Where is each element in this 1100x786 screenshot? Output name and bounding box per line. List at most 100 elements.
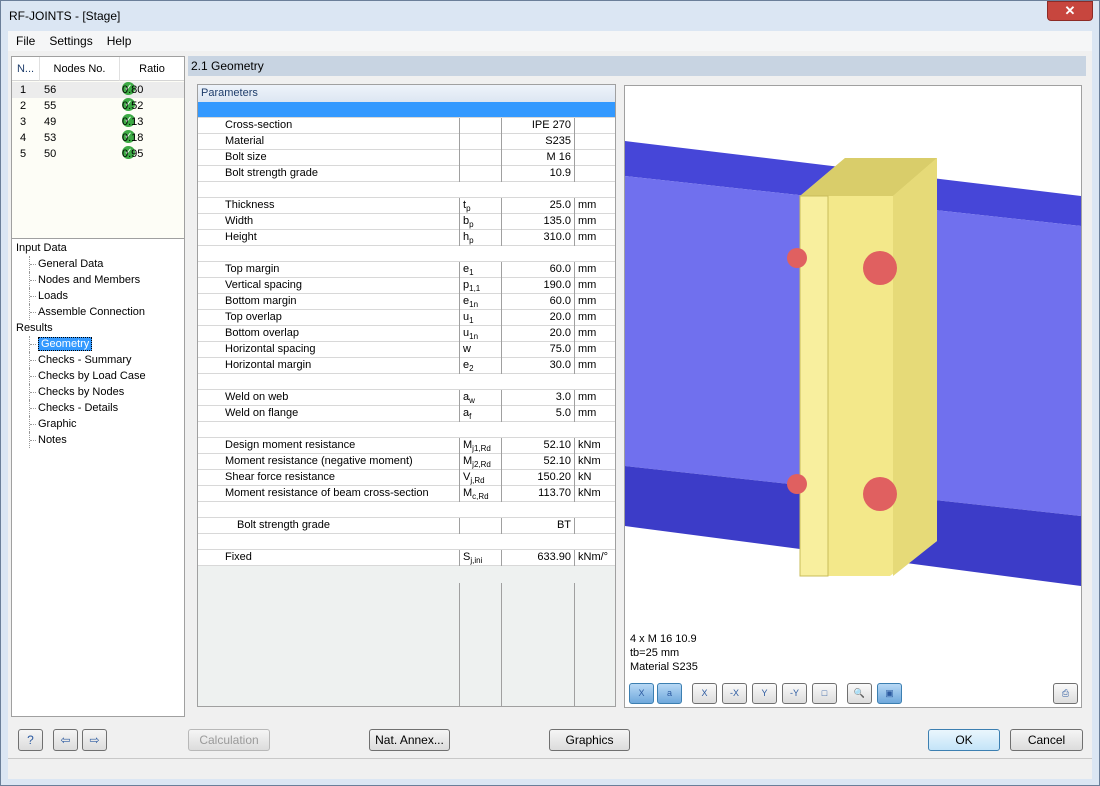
param-value[interactable]: 190.0	[501, 278, 574, 294]
nav-item[interactable]: Assemble Connection	[29, 304, 145, 320]
param-value[interactable]: 150.20	[501, 470, 574, 486]
nav-item[interactable]: Nodes and Members	[29, 272, 140, 288]
param-value[interactable]: 60.0	[501, 262, 574, 278]
nav-item[interactable]: Geometry	[29, 336, 93, 352]
col-header-ratio[interactable]: Ratio	[120, 57, 184, 81]
param-value[interactable]: M 16	[501, 150, 574, 166]
group-row[interactable]: −Governing components	[198, 502, 615, 518]
view-y-button[interactable]: Y	[752, 683, 777, 704]
row-number: 2	[20, 100, 27, 112]
table-row[interactable]: Vertical spacing p1,1 190.0 mm	[198, 278, 615, 294]
menu-file[interactable]: File	[8, 31, 41, 48]
nav-item[interactable]: Graphic	[29, 416, 77, 432]
zoom-reset-icon[interactable]: 🔍	[847, 683, 872, 704]
show-dimensions-button[interactable]: X	[629, 683, 654, 704]
show-labels-button[interactable]: a	[657, 683, 682, 704]
table-row[interactable]: Moment resistance of beam cross-section …	[198, 486, 615, 502]
list-item[interactable]: 1 56 ✓ 0.80	[12, 82, 184, 98]
table-row[interactable]: Bottom margin e1n 60.0 mm	[198, 294, 615, 310]
table-row[interactable]: Shear force resistance Vj,Rd 150.20 kN	[198, 470, 615, 486]
cancel-button[interactable]: Cancel	[1010, 729, 1083, 751]
nav-item[interactable]: Checks - Summary	[29, 352, 132, 368]
table-row[interactable]: Material S235	[198, 134, 615, 150]
table-row[interactable]: Bolt strength grade BT	[198, 518, 615, 534]
table-row[interactable]: Moment resistance (negative moment) Mj2,…	[198, 454, 615, 470]
isometric-view-icon[interactable]: □	[812, 683, 837, 704]
nav-item[interactable]: Checks by Load Case	[29, 368, 146, 384]
param-value[interactable]: 135.0	[501, 214, 574, 230]
param-value[interactable]: 25.0	[501, 198, 574, 214]
list-item[interactable]: 4 53 ✓ 0.18	[12, 130, 184, 146]
group-row[interactable]: −Stiffness	[198, 534, 615, 550]
close-button[interactable]: ✕	[1047, 1, 1093, 21]
table-row[interactable]: Height hp 310.0 mm	[198, 230, 615, 246]
nav-item[interactable]: Checks - Details	[29, 400, 118, 416]
param-value[interactable]: 310.0	[501, 230, 574, 246]
view-minus-y-button[interactable]: -Y	[782, 683, 807, 704]
table-row[interactable]: Top overlap u1 20.0 mm	[198, 310, 615, 326]
nav-item[interactable]: General Data	[29, 256, 103, 272]
export-icon[interactable]: ⇨	[82, 729, 107, 751]
nav-item[interactable]: Checks by Nodes	[29, 384, 124, 400]
param-value[interactable]: 10.9	[501, 166, 574, 182]
nav-item[interactable]: Notes	[29, 432, 67, 448]
list-item[interactable]: 2 55 ✓ 0.52	[12, 98, 184, 114]
nat-annex-button[interactable]: Nat. Annex...	[369, 729, 450, 751]
group-row[interactable]: −Plate geometry	[198, 246, 615, 262]
table-row[interactable]: Fixed Sj,ini 633.90 kNm/°	[198, 550, 615, 566]
group-row[interactable]: −Welds	[198, 374, 615, 390]
param-unit: kNm	[574, 438, 615, 454]
graphic-view[interactable]: 4 x M 16 10.9 tb=25 mm Material S235 X a…	[624, 85, 1082, 708]
param-value[interactable]: 52.10	[501, 438, 574, 454]
table-row[interactable]: Cross-section IPE 270	[198, 118, 615, 134]
table-row[interactable]: Weld on web aw 3.0 mm	[198, 390, 615, 406]
param-value[interactable]: 75.0	[501, 342, 574, 358]
param-value[interactable]: 3.0	[501, 390, 574, 406]
table-row[interactable]: Bolt size M 16	[198, 150, 615, 166]
param-value[interactable]: 20.0	[501, 310, 574, 326]
help-icon[interactable]: ?	[18, 729, 43, 751]
menu-settings[interactable]: Settings	[41, 31, 98, 48]
table-row[interactable]: Horizontal spacing w 75.0 mm	[198, 342, 615, 358]
list-item[interactable]: 3 49 ✓ 0.13	[12, 114, 184, 130]
param-value[interactable]: 30.0	[501, 358, 574, 374]
param-value[interactable]: 5.0	[501, 406, 574, 422]
col-header-nodes[interactable]: Nodes No.	[40, 57, 120, 81]
param-symbol: tp	[459, 198, 501, 214]
transparency-icon[interactable]: ▣	[877, 683, 902, 704]
group-row[interactable]: −Joint	[198, 102, 615, 118]
table-row[interactable]: Width bp 135.0 mm	[198, 214, 615, 230]
col-header-number[interactable]: N...	[12, 57, 40, 81]
group-row[interactable]: −Resistance	[198, 422, 615, 438]
param-value[interactable]: 52.10	[501, 454, 574, 470]
param-value[interactable]: 60.0	[501, 294, 574, 310]
param-value[interactable]: S235	[501, 134, 574, 150]
group-row[interactable]: −Plate	[198, 182, 615, 198]
nav-input-data[interactable]: Input Data	[16, 240, 67, 256]
view-minus-x-button[interactable]: -X	[722, 683, 747, 704]
nav-results[interactable]: Results	[16, 320, 53, 336]
param-name: Bottom margin	[225, 295, 297, 307]
import-icon[interactable]: ⇦	[53, 729, 78, 751]
param-value[interactable]: 20.0	[501, 326, 574, 342]
nav-item[interactable]: Loads	[29, 288, 68, 304]
print-icon[interactable]: ⎙	[1053, 683, 1078, 704]
table-row[interactable]: Top margin e1 60.0 mm	[198, 262, 615, 278]
param-value[interactable]: IPE 270	[501, 118, 574, 134]
view-x-button[interactable]: X	[692, 683, 717, 704]
table-row[interactable]: Bottom overlap u1n 20.0 mm	[198, 326, 615, 342]
list-item[interactable]: 5 50 ✓ 0.95	[12, 146, 184, 162]
menu-help[interactable]: Help	[99, 31, 138, 48]
table-row[interactable]: Weld on flange af 5.0 mm	[198, 406, 615, 422]
ok-button[interactable]: OK	[928, 729, 1000, 751]
graphics-button[interactable]: Graphics	[549, 729, 630, 751]
param-value[interactable]: 113.70	[501, 486, 574, 502]
table-row[interactable]: Bolt strength grade 10.9	[198, 166, 615, 182]
table-row[interactable]: Design moment resistance Mj1,Rd 52.10 kN…	[198, 438, 615, 454]
table-row[interactable]: Horizontal margin e2 30.0 mm	[198, 358, 615, 374]
table-row[interactable]: Thickness tp 25.0 mm	[198, 198, 615, 214]
calculation-button[interactable]: Calculation	[188, 729, 270, 751]
param-value[interactable]: 633.90	[501, 550, 574, 566]
param-unit: mm	[574, 326, 615, 342]
param-value[interactable]: BT	[501, 518, 574, 534]
